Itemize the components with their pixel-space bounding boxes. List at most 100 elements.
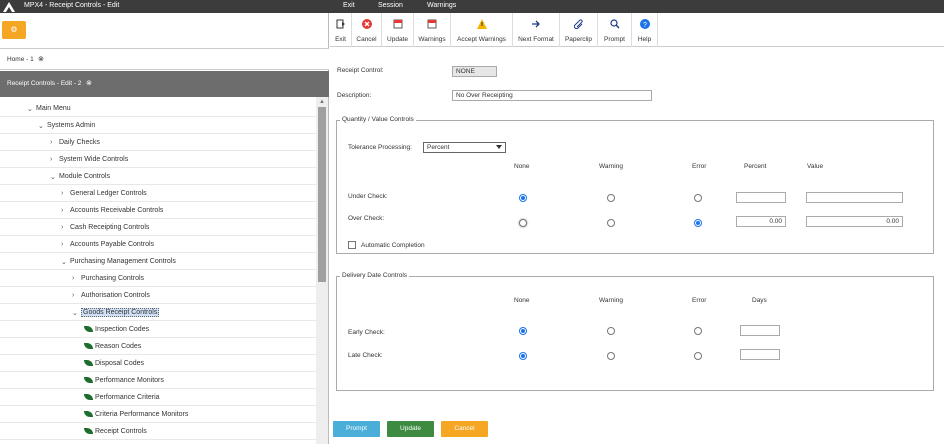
col-days: Days — [752, 297, 767, 304]
exit-button[interactable]: Exit — [330, 13, 352, 47]
early-check-error-radio[interactable] — [694, 327, 702, 335]
cancel-action-button[interactable]: Cancel — [441, 421, 488, 437]
close-tab-icon[interactable]: ⊗ — [86, 79, 92, 87]
description-field[interactable]: No Over Receipting — [452, 90, 652, 101]
menu-exit[interactable]: Exit — [343, 2, 355, 9]
early-check-days-field[interactable] — [740, 325, 780, 336]
over-check-label: Over Check: — [348, 215, 385, 222]
chevron-right-icon: › — [61, 241, 64, 248]
tree-item-label: Accounts Receivable Controls — [70, 207, 164, 214]
early-check-none-radio[interactable] — [519, 327, 527, 335]
tree-item[interactable]: › System Wide Controls — [0, 151, 316, 168]
over-check-value-field[interactable]: 0.00 — [806, 216, 903, 227]
leaf-icon — [84, 360, 93, 366]
late-check-none-radio[interactable] — [519, 352, 527, 360]
over-check-none-radio[interactable] — [519, 219, 527, 227]
tree-item[interactable]: Performance Monitors — [0, 372, 316, 389]
automatic-completion-checkbox[interactable] — [348, 241, 356, 249]
warnings-button[interactable]: Warnings — [414, 13, 451, 47]
tolerance-processing-select[interactable]: Percent — [423, 142, 506, 153]
tree-item-label: General Ledger Controls — [70, 190, 147, 197]
tree-item-label: Performance Monitors — [95, 377, 164, 384]
accept-warnings-button[interactable]: Accept Warnings — [451, 13, 513, 47]
update-button[interactable]: Update — [382, 13, 414, 47]
under-check-warning-radio[interactable] — [607, 194, 615, 202]
tree-scrollbar[interactable]: ▲ — [316, 97, 328, 444]
late-check-days-field[interactable] — [740, 349, 780, 360]
help-button[interactable]: ? Help — [632, 13, 658, 47]
tree-item[interactable]: Inspection Codes — [0, 321, 316, 338]
tree-item[interactable]: › Accounts Payable Controls — [0, 236, 316, 253]
early-check-warning-radio[interactable] — [607, 327, 615, 335]
late-check-warning-radio[interactable] — [607, 352, 615, 360]
exit-label: Exit — [335, 36, 346, 43]
menu-session[interactable]: Session — [378, 2, 403, 9]
tree-item[interactable]: ⌄ Purchasing Management Controls — [0, 253, 316, 270]
next-format-button[interactable]: Next Format — [513, 13, 560, 47]
tab-receipt-controls-edit[interactable]: Receipt Controls - Edit - 2 ⊗ — [0, 71, 329, 97]
menu-warnings[interactable]: Warnings — [427, 2, 456, 9]
tree-item[interactable]: ⌄ Systems Admin — [0, 117, 316, 134]
col-warning: Warning — [599, 297, 623, 304]
late-check-error-radio[interactable] — [694, 352, 702, 360]
under-check-error-radio[interactable] — [694, 194, 702, 202]
tree-item[interactable]: › Daily Checks — [0, 134, 316, 151]
chevron-right-icon: › — [61, 224, 64, 231]
col-percent: Percent — [744, 163, 767, 170]
tolerance-processing-label: Tolerance Processing: — [348, 144, 412, 151]
update-icon — [393, 19, 402, 29]
tree-item[interactable]: Disposal Codes — [0, 355, 316, 372]
svg-text:?: ? — [643, 22, 647, 29]
tree-item-label: Criteria Performance Monitors — [95, 411, 189, 418]
tab-home[interactable]: Home - 1 ⊗ — [0, 48, 329, 70]
tree-item[interactable]: Reason Codes — [0, 338, 316, 355]
tree-item[interactable]: › Purchasing Controls — [0, 270, 316, 287]
tree-item[interactable]: Criteria Performance Monitors — [0, 406, 316, 423]
prompt-action-button[interactable]: Prompt — [333, 421, 380, 437]
update-label: Update — [387, 36, 408, 43]
paperclip-button[interactable]: Paperclip — [560, 13, 598, 47]
tree-item[interactable]: ⌄ Main Menu — [0, 100, 316, 117]
chevron-right-icon: › — [50, 156, 53, 163]
under-check-value-field[interactable] — [806, 192, 903, 203]
tree-item[interactable]: Performance Criteria — [0, 389, 316, 406]
exit-icon — [336, 19, 345, 29]
update-action-button[interactable]: Update — [387, 421, 434, 437]
tree-item[interactable]: › Cash Receipting Controls — [0, 219, 316, 236]
chevron-down-icon: ⌄ — [72, 310, 78, 317]
warning-triangle-icon — [476, 19, 487, 29]
receipt-control-label: Receipt Control: — [337, 67, 384, 74]
prompt-button[interactable]: Prompt — [598, 13, 632, 47]
under-check-none-radio[interactable] — [519, 194, 527, 202]
close-tab-icon[interactable]: ⊗ — [38, 55, 44, 63]
tree-item[interactable]: › General Ledger Controls — [0, 185, 316, 202]
window-title: MPX4 - Receipt Controls - Edit — [24, 2, 120, 9]
help-icon: ? — [639, 19, 650, 29]
over-check-percent-field[interactable]: 0.00 — [736, 216, 786, 227]
arrow-right-icon — [532, 20, 540, 28]
tree-item-label: Performance Criteria — [95, 394, 160, 401]
under-check-percent-field[interactable] — [736, 192, 786, 203]
cancel-button[interactable]: Cancel — [352, 13, 382, 47]
quantity-value-controls-group: Quantity / Value Controls Tolerance Proc… — [336, 116, 934, 254]
tree-item-selected[interactable]: ⌄ Goods Receipt Controls — [0, 304, 316, 321]
scroll-thumb[interactable] — [318, 107, 326, 282]
description-label: Description: — [337, 92, 372, 99]
tree-item[interactable]: ⌄ Module Controls — [0, 168, 316, 185]
over-check-warning-radio[interactable] — [607, 219, 615, 227]
col-error: Error — [692, 163, 707, 170]
tab-home-label: Home - 1 — [7, 56, 34, 63]
over-check-error-radio[interactable] — [694, 219, 702, 227]
tree-item[interactable]: › Authorisation Controls — [0, 287, 316, 304]
scroll-up-icon[interactable]: ▲ — [319, 99, 325, 105]
tree-item-label: Disposal Codes — [95, 360, 145, 367]
leaf-icon — [84, 377, 93, 383]
warnings-icon — [427, 19, 437, 29]
tree-item[interactable]: › Accounts Receivable Controls — [0, 202, 316, 219]
late-check-label: Late Check: — [348, 352, 383, 359]
receipt-control-field: NONE — [452, 66, 497, 77]
under-check-label: Under Check: — [348, 193, 388, 200]
menu-toggle-button[interactable]: ⚙ — [2, 21, 26, 39]
tree-item[interactable]: Receipt Controls — [0, 423, 316, 440]
tree-item-label: Goods Receipt Controls — [81, 308, 160, 317]
